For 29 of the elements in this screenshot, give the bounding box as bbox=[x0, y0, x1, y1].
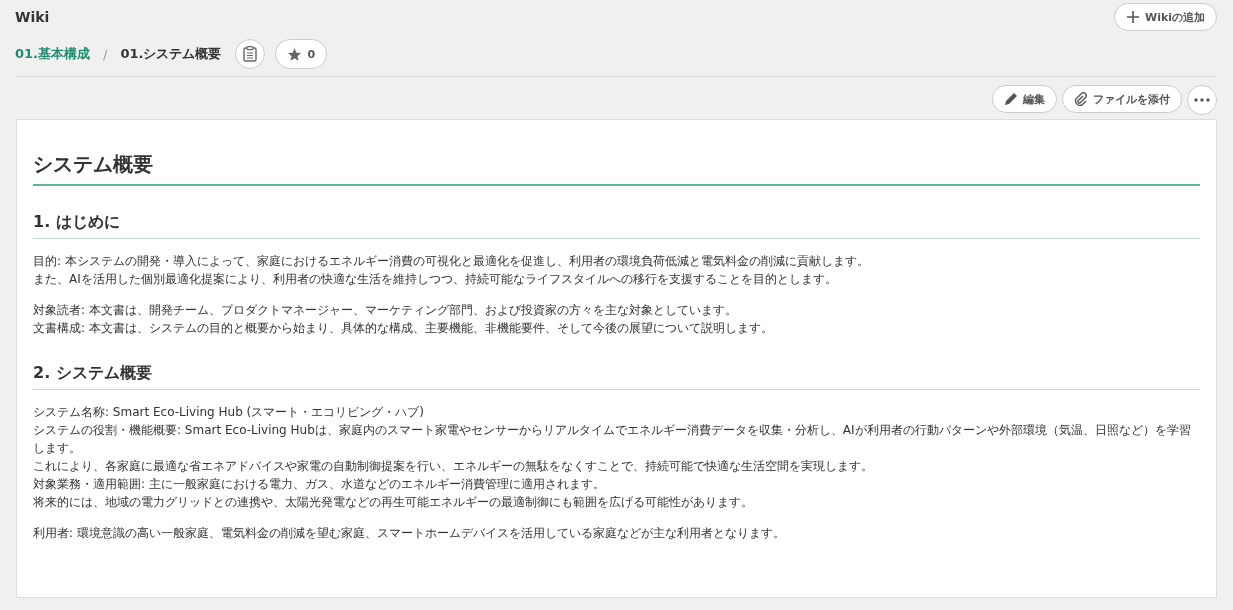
section-heading: 2. システム概要 bbox=[33, 363, 1200, 390]
more-icon bbox=[1194, 98, 1210, 102]
section-heading: 1. はじめに bbox=[33, 212, 1200, 239]
text-line: また、AIを活用した個別最適化提案により、利用者の快適な生活を維持しつつ、持続可能なライフスタイルへの移行を支援することを目的とします。 bbox=[33, 271, 838, 288]
breadcrumb-current: 01.システム概要 bbox=[120, 45, 222, 63]
attach-file-button[interactable]: ファイルを添付 bbox=[1062, 85, 1182, 113]
text-line: システムの役割・機能概要: Smart Eco-Living Hubは、家庭内のスマート家電やセンサーからリアルタイムでエネルギー消費データを収集・分析し、AIが利用者の行動パターンや外部環境（気温、日照など）を学習します。 bbox=[33, 422, 1192, 457]
add-wiki-button[interactable]: Wikiの追加 bbox=[1114, 3, 1217, 31]
star-icon bbox=[287, 46, 303, 62]
text-line: 対象業務・適用範囲: 主に一般家庭における電力、ガス、水道などのエネルギー消費管理に適用されます。 bbox=[33, 476, 606, 493]
clipboard-icon bbox=[243, 46, 258, 62]
text-line: これにより、各家庭に最適な省エネアドバイスや家電の自動制御提案を行い、エネルギーの無駄をなくすことで、持続可能で快適な生活空間を実現します。 bbox=[33, 458, 874, 475]
text-line: 将来的には、地域の電力グリッドとの連携や、太陽光発電などの再生可能エネルギーの最適制御にも範囲を広げる可能性があります。 bbox=[33, 494, 754, 511]
page-title: Wiki bbox=[15, 9, 50, 25]
pencil-icon bbox=[1004, 92, 1018, 106]
plus-icon bbox=[1126, 10, 1140, 24]
text-line: 利用者: 環境意識の高い一般家庭、電気料金の削減を望む家庭、スマートホームデバイスを活用している家庭などが主な利用者となります。 bbox=[33, 525, 786, 542]
text-line: システム名称: Smart Eco-Living Hub (スマート・エコリビング・ハブ) bbox=[33, 404, 425, 421]
clipboard-button[interactable] bbox=[235, 39, 266, 69]
more-button[interactable] bbox=[1187, 85, 1217, 115]
document-title: システム概要 bbox=[33, 151, 1200, 186]
star-button[interactable]: 0 bbox=[275, 39, 328, 69]
text-line: 文書構成: 本文書は、システムの目的と概要から始まり、具体的な構成、主要機能、非機能要件、そして今後の展望について説明します。 bbox=[33, 320, 774, 337]
breadcrumb-link[interactable]: 01.基本構成 bbox=[15, 45, 91, 63]
text-line: 対象読者: 本文書は、開発チーム、プロダクトマネージャー、マーケティング部門、および投資家の方々を主な対象としています。 bbox=[33, 302, 738, 319]
text-line: 目的: 本システムの開発・導入によって、家庭におけるエネルギー消費の可視化と最適化を促進し、利用者の環境負荷低減と電気料金の削減に貢献します。 bbox=[33, 253, 870, 270]
breadcrumb-separator: / bbox=[103, 46, 108, 62]
paperclip-icon bbox=[1074, 92, 1088, 106]
edit-button[interactable]: 編集 bbox=[992, 85, 1057, 113]
